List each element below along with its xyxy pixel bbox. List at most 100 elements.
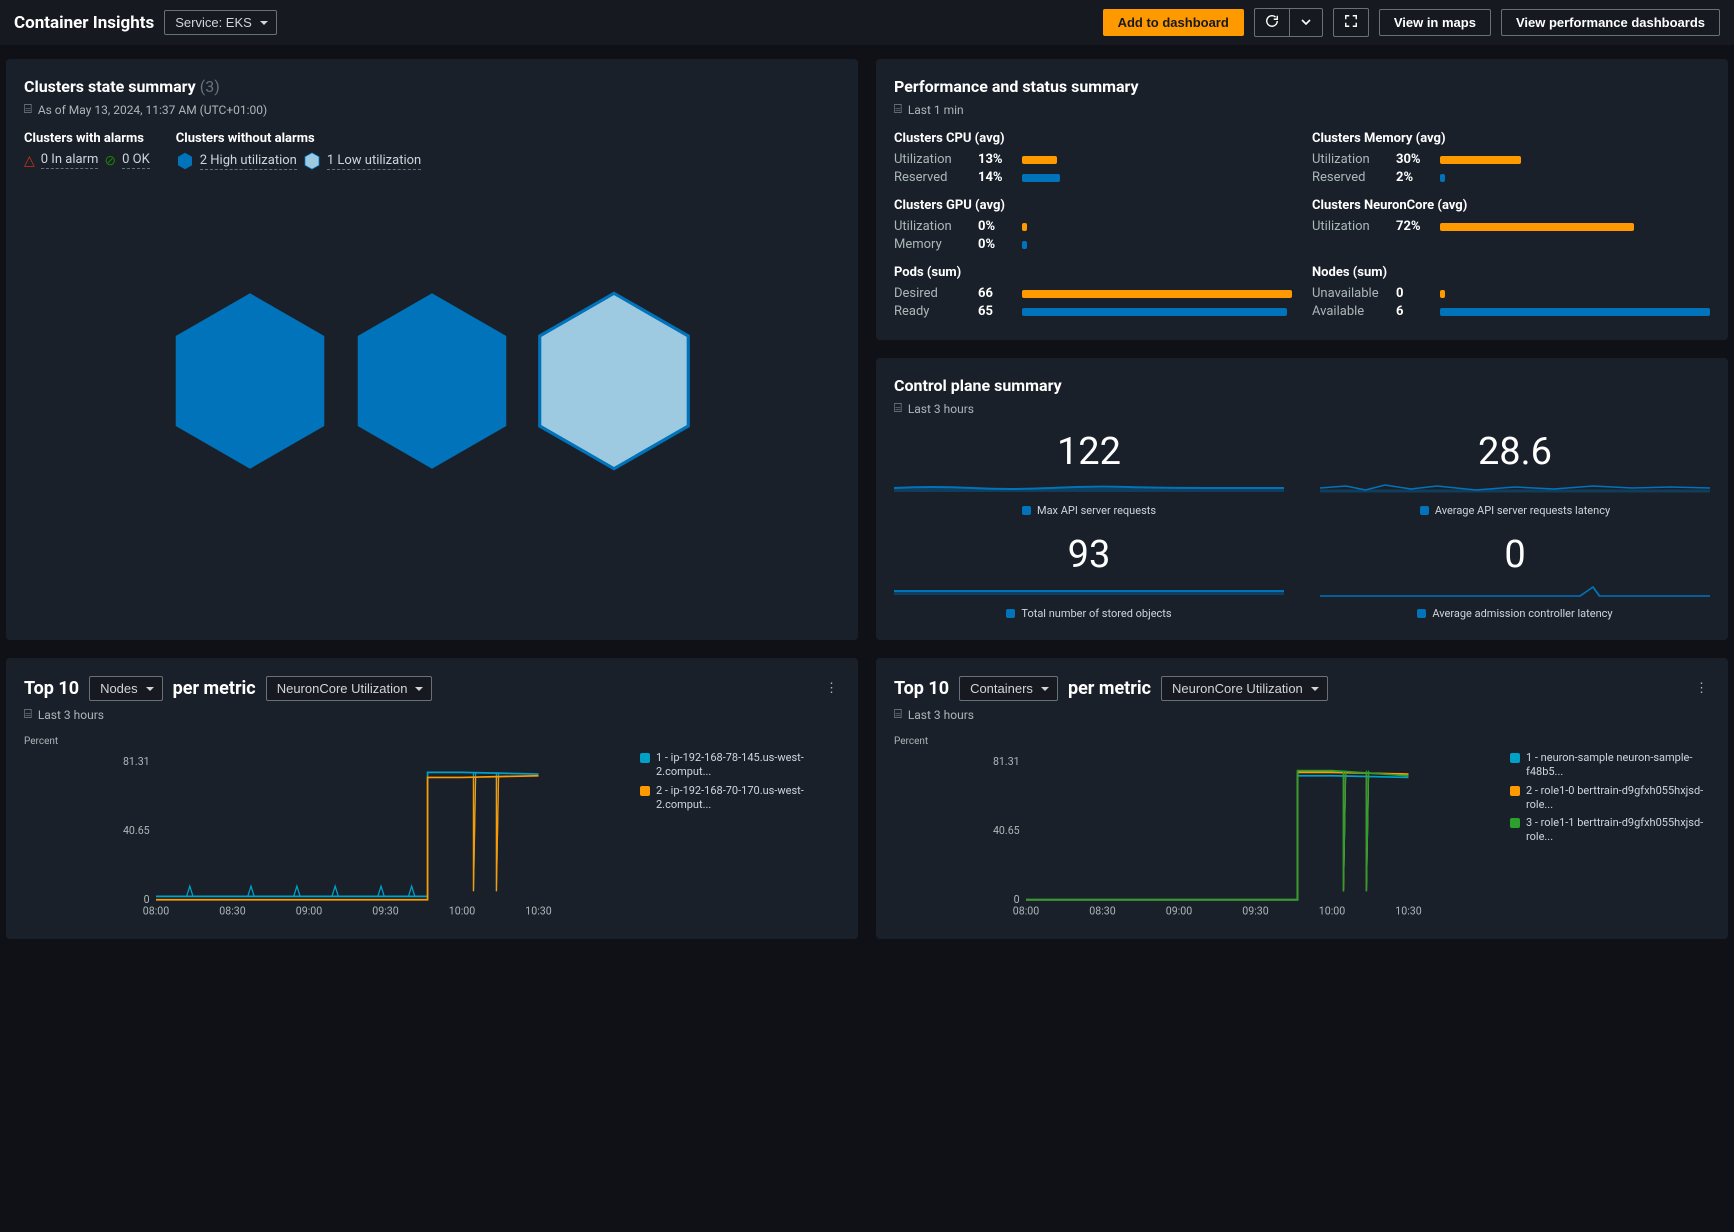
top-containers-ylabel: Percent bbox=[894, 736, 1710, 747]
top-containers-body: 040.6581.3108:0008:3009:0009:3010:0010:3… bbox=[894, 751, 1710, 921]
perf-time-text: Last 1 min bbox=[908, 103, 964, 117]
cpu-util-val: 13% bbox=[978, 152, 1012, 167]
cpu-res-label: Reserved bbox=[894, 170, 968, 185]
gpu-util-bar bbox=[1022, 223, 1027, 231]
clusters-state-count: (3) bbox=[200, 77, 220, 96]
alarms-stats: △ 0 In alarm ⊘ 0 OK bbox=[24, 152, 150, 169]
cp-spark-3 bbox=[1320, 583, 1710, 599]
pods-ready-bar bbox=[1022, 308, 1287, 316]
perf-mem-title: Clusters Memory (avg) bbox=[1312, 131, 1710, 146]
perf-cpu-title: Clusters CPU (avg) bbox=[894, 131, 1292, 146]
chevron-down-icon bbox=[1301, 17, 1311, 27]
top-containers-dim-select[interactable]: Containers bbox=[959, 676, 1058, 701]
pods-ready-val: 65 bbox=[978, 304, 1012, 319]
perf-pods: Pods (sum) Desired66 Ready65 bbox=[894, 265, 1292, 322]
high-util-text[interactable]: 2 High utilization bbox=[200, 153, 297, 170]
fullscreen-button[interactable] bbox=[1333, 8, 1369, 37]
top-containers-chart[interactable]: 040.6581.3108:0008:3009:0009:3010:0010:3… bbox=[894, 751, 1498, 921]
top-nodes-label: Top 10 bbox=[24, 678, 79, 699]
perf-mem: Clusters Memory (avg) Utilization30% Res… bbox=[1312, 131, 1710, 188]
legend-item[interactable]: 1 - neuron-sample neuron-sample-f48b5... bbox=[1510, 751, 1710, 780]
top-containers-more-button[interactable]: ⋮ bbox=[1695, 681, 1710, 696]
square-icon bbox=[1417, 609, 1426, 618]
cpu-util-label: Utilization bbox=[894, 152, 968, 167]
perf-nodes-title: Nodes (sum) bbox=[1312, 265, 1710, 280]
mem-util-bar bbox=[1440, 156, 1521, 164]
legend-item[interactable]: 2 - role1-0 berttrain-d9gfxh055hxjsd-rol… bbox=[1510, 784, 1710, 813]
cp-value-1: 28.6 bbox=[1320, 430, 1710, 474]
top-nodes-ylabel: Percent bbox=[24, 736, 840, 747]
refresh-button[interactable] bbox=[1254, 8, 1289, 37]
control-plane-card: Control plane summary Last 3 hours 122 M… bbox=[876, 358, 1728, 640]
gpu-mem-bar bbox=[1022, 241, 1027, 249]
legend-swatch-icon bbox=[1510, 818, 1520, 828]
cluster-hex-3[interactable] bbox=[535, 290, 693, 472]
square-icon bbox=[1420, 506, 1429, 515]
pods-desired-label: Desired bbox=[894, 286, 968, 301]
svg-text:10:00: 10:00 bbox=[1319, 905, 1345, 918]
in-alarm-text[interactable]: 0 In alarm bbox=[41, 152, 99, 169]
view-in-maps-button[interactable]: View in maps bbox=[1379, 9, 1491, 36]
clusters-state-subcols: Clusters with alarms △ 0 In alarm ⊘ 0 OK… bbox=[24, 131, 840, 170]
nodes-avail-val: 6 bbox=[1396, 304, 1430, 319]
without-alarms-label: Clusters without alarms bbox=[176, 131, 421, 146]
top-containers-per-label: per metric bbox=[1068, 678, 1151, 699]
top-containers-time: Last 3 hours bbox=[894, 707, 1710, 722]
top-containers-card: Top 10 Containers per metric NeuronCore … bbox=[876, 658, 1728, 939]
view-perf-dashboards-button[interactable]: View performance dashboards bbox=[1501, 9, 1720, 36]
clusters-state-time: As of May 13, 2024, 11:37 AM (UTC+01:00) bbox=[24, 102, 840, 117]
clusters-state-title: Clusters state summary (3) bbox=[24, 77, 840, 96]
nc-util-val: 72% bbox=[1396, 219, 1430, 234]
hex-high-icon bbox=[176, 152, 194, 170]
mem-util-val: 30% bbox=[1396, 152, 1430, 167]
top-nodes-metric-select[interactable]: NeuronCore Utilization bbox=[266, 676, 433, 701]
refresh-group bbox=[1254, 8, 1323, 37]
legend-swatch-icon bbox=[640, 753, 650, 763]
nodes-unavail-val: 0 bbox=[1396, 286, 1430, 301]
legend-text: 2 - ip-192-168-70-170.us-west-2.comput..… bbox=[656, 784, 840, 813]
square-icon bbox=[1022, 506, 1031, 515]
top-nodes-chart[interactable]: 040.6581.3108:0008:3009:0009:3010:0010:3… bbox=[24, 751, 628, 921]
mem-util-label: Utilization bbox=[1312, 152, 1386, 167]
perf-title: Performance and status summary bbox=[894, 77, 1710, 96]
top-containers-time-text: Last 3 hours bbox=[908, 708, 974, 722]
low-util-text[interactable]: 1 Low utilization bbox=[327, 153, 421, 170]
calendar-icon bbox=[894, 707, 902, 722]
perf-gpu: Clusters GPU (avg) Utilization0% Memory0… bbox=[894, 198, 1292, 255]
cluster-hex-2[interactable] bbox=[353, 290, 511, 472]
gpu-mem-val: 0% bbox=[978, 237, 1012, 252]
perf-nodes: Nodes (sum) Unavailable0 Available6 bbox=[1312, 265, 1710, 322]
top-containers-head: Top 10 Containers per metric NeuronCore … bbox=[894, 676, 1710, 701]
perf-gpu-title: Clusters GPU (avg) bbox=[894, 198, 1292, 213]
perf-nc: Clusters NeuronCore (avg) Utilization72% bbox=[1312, 198, 1710, 255]
add-to-dashboard-button[interactable]: Add to dashboard bbox=[1103, 9, 1244, 36]
nodes-unavail-label: Unavailable bbox=[1312, 286, 1386, 301]
legend-text: 1 - ip-192-168-78-145.us-west-2.comput..… bbox=[656, 751, 840, 780]
legend-item[interactable]: 1 - ip-192-168-78-145.us-west-2.comput..… bbox=[640, 751, 840, 780]
top-containers-metric-select[interactable]: NeuronCore Utilization bbox=[1161, 676, 1328, 701]
perf-nc-title: Clusters NeuronCore (avg) bbox=[1312, 198, 1710, 213]
legend-item[interactable]: 3 - role1-1 berttrain-d9gfxh055hxjsd-rol… bbox=[1510, 816, 1710, 845]
legend-item[interactable]: 2 - ip-192-168-70-170.us-west-2.comput..… bbox=[640, 784, 840, 813]
top-nodes-dim-select[interactable]: Nodes bbox=[89, 676, 163, 701]
calendar-icon bbox=[24, 102, 32, 117]
nodes-unavail-bar bbox=[1440, 290, 1445, 298]
service-select[interactable]: Service: EKS bbox=[164, 10, 277, 35]
fullscreen-icon bbox=[1344, 14, 1358, 28]
gpu-mem-label: Memory bbox=[894, 237, 968, 252]
top-containers-legend: 1 - neuron-sample neuron-sample-f48b5...… bbox=[1510, 751, 1710, 921]
top-nodes-time-text: Last 3 hours bbox=[38, 708, 104, 722]
svg-text:09:00: 09:00 bbox=[296, 905, 322, 918]
control-plane-grid: 122 Max API server requests 28.6 Average… bbox=[894, 430, 1710, 622]
top-nodes-more-button[interactable]: ⋮ bbox=[825, 681, 840, 696]
svg-text:08:30: 08:30 bbox=[219, 905, 245, 918]
svg-text:09:00: 09:00 bbox=[1166, 905, 1192, 918]
refresh-options-button[interactable] bbox=[1289, 8, 1323, 37]
ok-text[interactable]: 0 OK bbox=[122, 152, 150, 169]
cluster-hex-1[interactable] bbox=[171, 290, 329, 472]
ok-icon: ⊘ bbox=[104, 153, 116, 169]
nodes-avail-bar bbox=[1440, 308, 1710, 316]
svg-text:40.65: 40.65 bbox=[123, 824, 150, 837]
calendar-icon bbox=[894, 401, 902, 416]
calendar-icon bbox=[24, 707, 32, 722]
